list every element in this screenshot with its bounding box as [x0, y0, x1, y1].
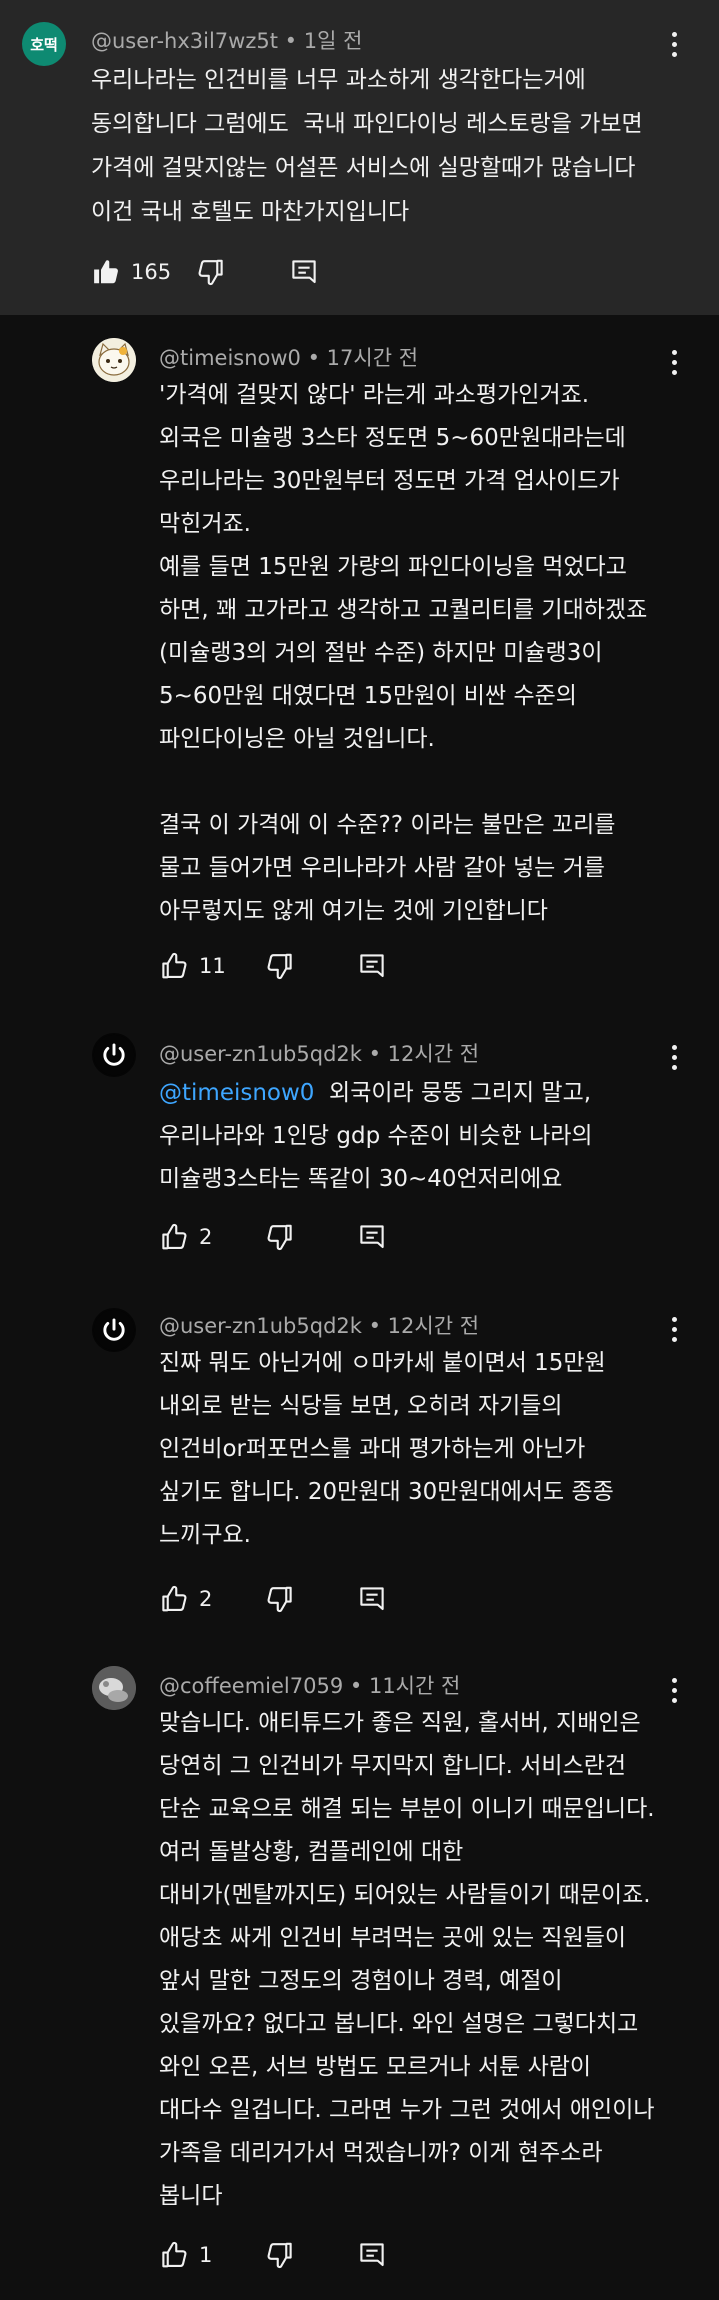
- timestamp[interactable]: 11시간 전: [369, 1674, 460, 1698]
- comment-meta: @user-zn1ub5qd2k • 12시간 전: [159, 1310, 479, 1340]
- like-button[interactable]: [159, 2240, 189, 2270]
- reply-button[interactable]: [289, 257, 319, 287]
- dislike-button[interactable]: [265, 1222, 295, 1252]
- like-count: 165: [131, 260, 172, 284]
- dislike-button[interactable]: [265, 951, 295, 981]
- like-count: 1: [199, 2243, 213, 2267]
- comment-text: '가격에 걸맞지 않다' 라는게 과소평가인거죠. 외국은 미슐랭 3스타 정도…: [159, 382, 648, 924]
- dislike-button[interactable]: [196, 257, 226, 287]
- comment-meta: @user-zn1ub5qd2k • 12시간 전: [159, 1038, 479, 1068]
- comment-actions: 2: [159, 1222, 419, 1256]
- cat-avatar-icon[interactable]: [92, 338, 136, 382]
- like-button[interactable]: [159, 1222, 189, 1252]
- author-name[interactable]: @timeisnow0: [159, 346, 301, 370]
- reply-button[interactable]: [357, 1584, 387, 1614]
- comment-actions: 165: [91, 257, 391, 291]
- mention-link[interactable]: @timeisnow0: [159, 1080, 314, 1106]
- avatar-text: 호떡: [30, 35, 58, 54]
- timestamp[interactable]: 1일 전: [304, 29, 363, 53]
- avatar[interactable]: 호떡: [22, 22, 66, 66]
- meta-separator: •: [343, 1674, 369, 1698]
- dislike-button[interactable]: [265, 2240, 295, 2270]
- photo-avatar-icon[interactable]: [92, 1666, 136, 1710]
- parent-comment: 호떡 @user-hx3il7wz5t • 1일 전 우리나라는 인건비를 너무…: [0, 0, 719, 315]
- more-options-button[interactable]: [662, 1041, 686, 1075]
- author-name[interactable]: @user-zn1ub5qd2k: [159, 1314, 362, 1338]
- like-button[interactable]: [91, 257, 121, 287]
- like-button[interactable]: [159, 1584, 189, 1614]
- timestamp[interactable]: 12시간 전: [388, 1314, 479, 1338]
- reply-button[interactable]: [357, 951, 387, 981]
- more-options-button[interactable]: [662, 28, 686, 62]
- comment-text: @timeisnow0 외국이라 뭉뚱 그리지 말고, 우리나라와 1인당 gd…: [159, 1072, 719, 1201]
- comment-meta: @timeisnow0 • 17시간 전: [159, 342, 418, 372]
- comment-actions: 11: [159, 951, 419, 985]
- comment-actions: 1: [159, 2240, 419, 2274]
- like-count: 2: [199, 1225, 213, 1249]
- dislike-button[interactable]: [265, 1584, 295, 1614]
- comment-text: 진짜 뭐도 아닌거에 ㅇ마카세 붙이면서 15만원 내외로 받는 식당들 보면,…: [159, 1350, 614, 1548]
- power-avatar-icon[interactable]: [92, 1308, 136, 1352]
- power-avatar-icon[interactable]: [92, 1033, 136, 1077]
- comment-meta: @user-hx3il7wz5t • 1일 전: [91, 25, 362, 55]
- meta-separator: •: [361, 1314, 388, 1338]
- comment-text: 맞습니다. 애티튜드가 좋은 직원, 홀서버, 지배인은 당연히 그 인건비가 …: [159, 1710, 655, 2209]
- like-count: 11: [199, 954, 226, 978]
- author-name[interactable]: @user-hx3il7wz5t: [91, 29, 278, 53]
- timestamp[interactable]: 12시간 전: [388, 1042, 479, 1066]
- timestamp[interactable]: 17시간 전: [327, 346, 418, 370]
- meta-separator: •: [361, 1042, 388, 1066]
- author-name[interactable]: @coffeemiel7059: [159, 1674, 343, 1698]
- comment-actions: 2: [159, 1584, 419, 1618]
- comment-text: 우리나라는 인건비를 너무 과소하게 생각한다는거에 동의합니다 그럼에도 국내…: [91, 67, 643, 225]
- comment-meta: @coffeemiel7059 • 11시간 전: [159, 1670, 460, 1700]
- like-button[interactable]: [159, 951, 189, 981]
- author-name[interactable]: @user-zn1ub5qd2k: [159, 1042, 362, 1066]
- meta-separator: •: [300, 346, 327, 370]
- meta-separator: •: [277, 29, 304, 53]
- reply-button[interactable]: [357, 1222, 387, 1252]
- reply-button[interactable]: [357, 2240, 387, 2270]
- like-count: 2: [199, 1587, 213, 1611]
